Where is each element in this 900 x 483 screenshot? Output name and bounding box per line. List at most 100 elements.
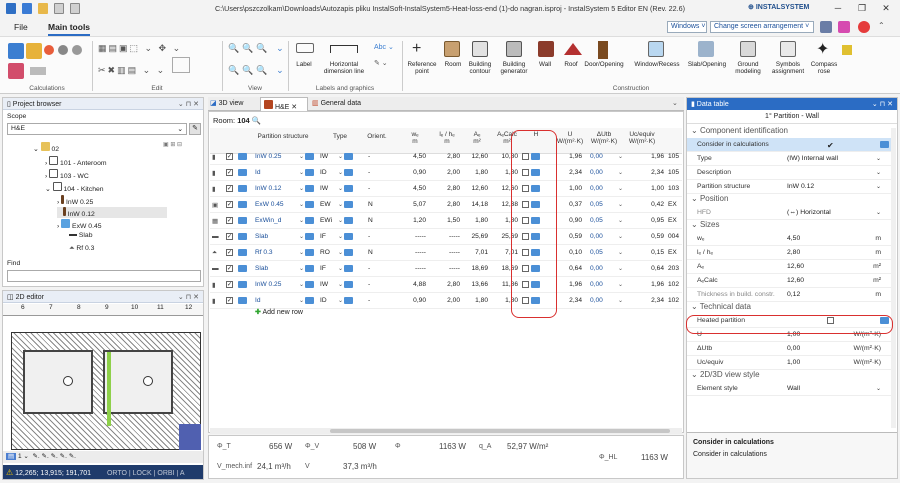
pc-icon[interactable] <box>880 141 889 148</box>
partition-structure-cell[interactable]: InW 0.25 ⌄ <box>255 153 315 160</box>
dutb-cell[interactable]: 0,00 ⌄ <box>590 185 624 192</box>
tree-tools[interactable]: ▣ ⊞ ⊟ <box>163 141 182 148</box>
col-we[interactable]: wₑ m <box>400 131 430 145</box>
slab-button[interactable]: Slab/Opening <box>684 61 730 68</box>
data-table-scrollbar[interactable] <box>891 128 896 428</box>
section-sizes[interactable]: ⌄ Sizes <box>687 220 891 232</box>
drawing-canvas[interactable] <box>3 316 203 451</box>
building-generator-button[interactable]: Building generator <box>496 61 532 75</box>
col-u[interactable]: U W/(m²·K) <box>554 131 586 145</box>
scroll-thumb[interactable] <box>330 429 670 433</box>
zoom-tools-row2[interactable]: 🔍🔍🔍 ⌄ <box>228 65 287 76</box>
room-shape[interactable] <box>23 350 93 414</box>
windows-dropdown[interactable]: Windows ˅ <box>667 21 707 33</box>
table-row[interactable]: ▮ ✓ InW 0.25 ⌄ IW ⌄ -4,88 2,80 13,66 11,86 1,… <box>210 277 682 293</box>
pc-icon[interactable] <box>238 169 250 176</box>
compass-button[interactable]: Compass rose <box>808 61 840 75</box>
room-button[interactable]: Room <box>440 61 466 68</box>
type-cell[interactable]: EWi ⌄ <box>320 217 360 224</box>
dutb-cell[interactable]: 0,00 ⌄ <box>590 169 624 176</box>
prop-uc[interactable]: Uc/equiv 1,00 W/(m²·K) <box>687 356 891 370</box>
type-cell[interactable]: IF ⌄ <box>320 265 360 272</box>
room-shape[interactable] <box>103 350 173 414</box>
close-button[interactable]: ✕ <box>874 3 898 14</box>
abc-icon[interactable]: Abc ⌄ <box>374 43 394 51</box>
search-icon[interactable]: 🔍 <box>252 116 261 125</box>
lock-icon[interactable] <box>58 45 68 55</box>
tab-menu-icon[interactable]: ⌄ <box>672 99 678 107</box>
prop-we[interactable]: wₑ 4,50 m <box>687 232 891 246</box>
label-button[interactable]: Label <box>288 61 320 68</box>
row-checkbox[interactable]: ✓ <box>226 217 236 224</box>
tree-item-rf[interactable]: ⏶ Rf 0.3 <box>69 245 94 253</box>
col-uc[interactable]: Uc/equiv W/(m²·K) <box>624 131 660 145</box>
editor-toolbar[interactable]: ▤ 1 ⌄ ✎. ✎. ✎. ✎. ✎. <box>3 451 203 463</box>
type-cell[interactable]: ID ⌄ <box>320 169 360 176</box>
pc-icon[interactable] <box>238 297 250 304</box>
consider-checkbox[interactable]: ✔ <box>827 141 834 150</box>
wall-button[interactable]: Wall <box>532 61 558 68</box>
dutb-cell[interactable]: 0,00 ⌄ <box>590 153 624 160</box>
dutb-cell[interactable]: 0,00 ⌄ <box>590 281 624 288</box>
edit-tools-row1[interactable]: ▦▤▣⬚ ⌄ ✥ ⌄ <box>98 43 182 54</box>
reference-point-button[interactable]: Reference point <box>404 61 440 75</box>
status-flags[interactable]: ORTO | LOCK | ORBI | A <box>107 470 185 477</box>
table-row[interactable]: ⏶ ✓ Rf 0.3 ⌄ RO ⌄ N ----- ----- 7,01 7,01 0,10… <box>210 245 682 261</box>
collapse-ribbon-icon[interactable]: ⌃ <box>878 21 885 30</box>
zoom-tools-row1[interactable]: 🔍🔍🔍 ⌄ <box>228 43 287 54</box>
type-cell[interactable]: EW ⌄ <box>320 201 360 208</box>
prop-consider[interactable]: Consider in calculations ✔ <box>687 138 891 152</box>
calc-icon[interactable] <box>8 43 24 59</box>
block-icon[interactable] <box>172 57 190 73</box>
table-row[interactable]: ▬ ✓ Slab ⌄ IF ⌄ - ----- ----- 25,69 25,69 0,59… <box>210 229 682 245</box>
help-icon[interactable] <box>838 21 850 33</box>
ground-button[interactable]: Ground modeling <box>730 61 766 75</box>
col-orient[interactable]: Orient. <box>360 133 394 140</box>
window-button[interactable]: Window/Recess <box>630 61 684 68</box>
prop-partition[interactable]: Partition structure InW 0.12 ⌄ <box>687 180 891 194</box>
table-row[interactable]: ▮ ✓ Id ⌄ ID ⌄ -0,90 2,00 1,80 1,80 2,34 0,00 ⌄… <box>210 165 682 181</box>
restore-button[interactable]: ❐ <box>850 3 874 14</box>
row-checkbox[interactable]: ✓ <box>226 297 236 304</box>
pc-icon[interactable] <box>238 201 250 208</box>
pc-icon[interactable] <box>238 249 250 256</box>
menu-main-tools[interactable]: Main tools <box>48 22 91 36</box>
dutb-cell[interactable]: 0,05 ⌄ <box>590 249 624 256</box>
new-file-icon[interactable] <box>54 3 64 14</box>
tree-item-inw025[interactable]: › InW 0.25 <box>57 195 93 206</box>
partition-structure-cell[interactable]: ExWin_d ⌄ <box>255 217 315 224</box>
edit-tools-row2[interactable]: ✂✖▥▤ ⌄ ⌄ <box>98 65 166 76</box>
roof-button[interactable]: Roof <box>558 61 584 68</box>
report-icon[interactable] <box>8 63 24 79</box>
prop-ae[interactable]: Aₑ 12,60 m² <box>687 260 891 274</box>
minimize-button[interactable]: ─ <box>826 3 850 13</box>
warning-icon[interactable]: ⚠ <box>6 468 13 477</box>
row-checkbox[interactable]: ✓ <box>226 201 236 208</box>
dutb-cell[interactable]: 0,00 ⌄ <box>590 233 624 240</box>
section-technical[interactable]: ⌄ Technical data <box>687 302 891 314</box>
room-selector[interactable]: Room: 104 🔍 <box>213 116 261 125</box>
dutb-cell[interactable]: 0,05 ⌄ <box>590 201 624 208</box>
row-checkbox[interactable]: ✓ <box>226 233 236 240</box>
partition-structure-cell[interactable]: ExW 0.45 ⌄ <box>255 201 315 208</box>
pc-icon[interactable] <box>238 265 250 272</box>
section-component[interactable]: ⌄ Component identification <box>687 126 891 138</box>
partition-structure-cell[interactable]: Slab ⌄ <box>255 233 315 240</box>
type-cell[interactable]: ID ⌄ <box>320 297 360 304</box>
tab-he[interactable]: H&E ✕ <box>260 97 308 111</box>
horizontal-scrollbar[interactable] <box>210 428 682 434</box>
tree-item-exw045[interactable]: › ExW 0.45 <box>57 219 102 230</box>
table-row[interactable]: ▬ ✓ Slab ⌄ IF ⌄ - ----- ----- 18,69 18,69 0,64… <box>210 261 682 277</box>
partition-structure-cell[interactable]: Id ⌄ <box>255 297 315 304</box>
prop-style[interactable]: Element style Wall ⌄ <box>687 382 891 396</box>
table-row[interactable]: ▮ ✓ Id ⌄ ID ⌄ -0,90 2,00 1,80 1,80 2,34 0,00 ⌄… <box>210 293 682 309</box>
dutb-cell[interactable]: 0,00 ⌄ <box>590 265 624 272</box>
pc-icon[interactable] <box>238 217 250 224</box>
save-icon[interactable] <box>22 3 32 14</box>
row-checkbox[interactable]: ✓ <box>226 169 236 176</box>
prop-description[interactable]: Description ⌄ <box>687 166 891 180</box>
dutb-cell[interactable]: 0,05 ⌄ <box>590 217 624 224</box>
draw-icon[interactable]: ✎ ⌄ <box>374 59 388 67</box>
symbols-button[interactable]: Symbols assignment <box>766 61 810 75</box>
arrangement-dropdown[interactable]: Change screen arrangement ˅ <box>710 21 814 33</box>
